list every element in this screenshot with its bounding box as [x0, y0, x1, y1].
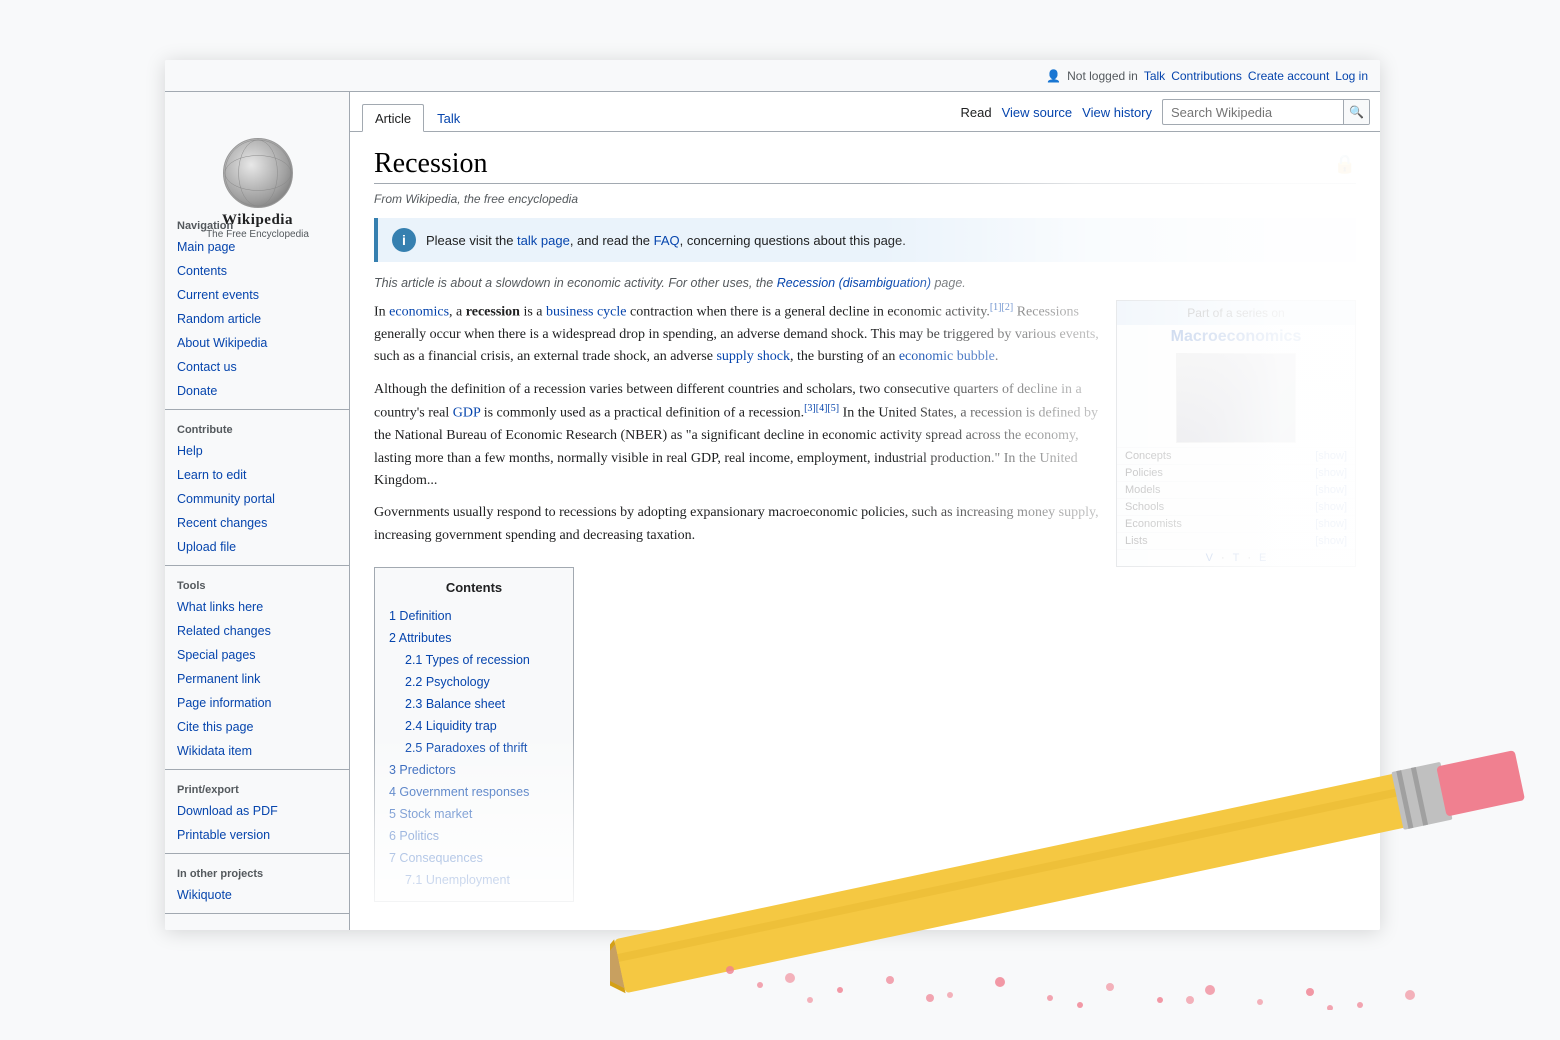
content-area: Article Talk Read View source View histo…: [350, 92, 1380, 930]
lock-icon: 🔒: [1334, 154, 1356, 175]
sidebar-item-contact-us[interactable]: Contact us: [165, 355, 349, 379]
tab-article[interactable]: Article: [362, 104, 424, 132]
ref-3[interactable]: [3]: [804, 403, 816, 414]
search-bar: 🔍: [1162, 99, 1370, 125]
view-history-link[interactable]: View history: [1082, 105, 1152, 120]
wiki-title: Wikipedia: [222, 212, 293, 229]
toc-item-7[interactable]: 7 Consequences: [389, 847, 559, 869]
supply-shock-link[interactable]: supply shock: [716, 349, 790, 364]
sidebar-item-page-information[interactable]: Page information: [165, 691, 349, 715]
article-source: From Wikipedia, the free encyclopedia: [374, 192, 1356, 206]
logo-area: Wikipedia The Free Encyclopedia: [165, 124, 350, 244]
sidebar-item-wikiquote[interactable]: Wikiquote: [165, 883, 349, 907]
talk-page-link[interactable]: talk page: [517, 233, 570, 248]
sidebar-item-wikidata-item[interactable]: Wikidata item: [165, 739, 349, 763]
contributions-link[interactable]: Contributions: [1171, 69, 1242, 83]
sidebar-item-printable-version[interactable]: Printable version: [165, 823, 349, 847]
intro-paragraph: In economics, a recession is a business …: [374, 300, 1356, 369]
toc-item-5[interactable]: 5 Stock market: [389, 803, 559, 825]
p3-paragraph: Governments usually respond to recession…: [374, 502, 1356, 547]
toc-item-2-4[interactable]: 2.4 Liquidity trap: [389, 715, 559, 737]
ref-5[interactable]: [5]: [827, 403, 839, 414]
toc-item-7-1[interactable]: 7.1 Unemployment: [389, 869, 559, 891]
article-title: Recession 🔒: [374, 148, 1356, 184]
gear-icon[interactable]: [323, 928, 337, 930]
sidebar-item-permanent-link[interactable]: Permanent link: [165, 667, 349, 691]
sidebar-item-help[interactable]: Help: [165, 439, 349, 463]
sidebar-item-current-events[interactable]: Current events: [165, 283, 349, 307]
search-button[interactable]: 🔍: [1343, 99, 1369, 125]
faq-link[interactable]: FAQ: [654, 233, 680, 248]
article-body: Recession 🔒 From Wikipedia, the free enc…: [350, 132, 1380, 930]
search-input[interactable]: [1163, 105, 1343, 120]
article-text: In economics, a recession is a business …: [374, 300, 1356, 912]
wiki-panel: 👤 Not logged in Talk Contributions Creat…: [165, 60, 1380, 930]
toc-item-4[interactable]: 4 Government responses: [389, 781, 559, 803]
toc-item-6[interactable]: 6 Politics: [389, 825, 559, 847]
sidebar-item-about-wikipedia[interactable]: About Wikipedia: [165, 331, 349, 355]
tools-section-title: Tools: [165, 572, 349, 595]
sidebar-item-learn-to-edit[interactable]: Learn to edit: [165, 463, 349, 487]
toc-item-3[interactable]: 3 Predictors: [389, 759, 559, 781]
ref-1[interactable]: [1]: [990, 302, 1002, 313]
content-tabs: Article Talk Read View source View histo…: [350, 92, 1380, 132]
economic-bubble-link[interactable]: economic bubble: [899, 349, 995, 364]
toc-item-1[interactable]: 1 Definition: [389, 605, 559, 627]
print-section-title: Print/export: [165, 776, 349, 799]
languages-label: Languages: [177, 929, 235, 930]
sidebar-item-random-article[interactable]: Random article: [165, 307, 349, 331]
wiki-subtitle: The Free Encyclopedia: [206, 229, 309, 240]
tab-right-actions: Read View source View history 🔍: [961, 99, 1381, 131]
sidebar-item-recent-changes[interactable]: Recent changes: [165, 511, 349, 535]
contribute-section-title: Contribute: [165, 416, 349, 439]
italic-notice-text: This article is about a slowdown in econ…: [374, 276, 966, 290]
languages-header: Languages: [165, 920, 349, 930]
gdp-link[interactable]: GDP: [453, 406, 481, 421]
toc-item-2[interactable]: 2 Attributes: [389, 627, 559, 649]
sidebar-item-cite-this-page[interactable]: Cite this page: [165, 715, 349, 739]
info-box-text: Please visit the talk page, and read the…: [426, 233, 906, 248]
not-logged-in-text: Not logged in: [1067, 69, 1138, 83]
read-link[interactable]: Read: [961, 105, 992, 120]
toc-title: Contents: [389, 578, 559, 599]
sidebar-item-special-pages[interactable]: Special pages: [165, 643, 349, 667]
sidebar-item-what-links-here[interactable]: What links here: [165, 595, 349, 619]
ref-4[interactable]: [4]: [816, 403, 828, 414]
info-box: i Please visit the talk page, and read t…: [374, 218, 1356, 262]
toc-item-2-5[interactable]: 2.5 Paradoxes of thrift: [389, 737, 559, 759]
sidebar-item-upload-file[interactable]: Upload file: [165, 535, 349, 559]
user-icon: 👤: [1046, 69, 1061, 83]
table-of-contents: Contents 1 Definition 2 Attributes 2.1 T…: [374, 567, 574, 902]
sidebar-item-contents[interactable]: Contents: [165, 259, 349, 283]
info-icon: i: [392, 228, 416, 252]
sidebar-item-community-portal[interactable]: Community portal: [165, 487, 349, 511]
toc-item-2-2[interactable]: 2.2 Psychology: [389, 671, 559, 693]
toc-item-2-1[interactable]: 2.1 Types of recession: [389, 649, 559, 671]
sidebar-item-related-changes[interactable]: Related changes: [165, 619, 349, 643]
top-bar: 👤 Not logged in Talk Contributions Creat…: [165, 60, 1380, 92]
projects-section-title: In other projects: [165, 860, 349, 883]
business-cycle-link[interactable]: business cycle: [546, 305, 626, 320]
p2-paragraph: Although the definition of a recession v…: [374, 379, 1356, 493]
economics-link[interactable]: economics: [389, 305, 449, 320]
ref-2[interactable]: [2]: [1002, 302, 1014, 313]
talk-link[interactable]: Talk: [1144, 69, 1165, 83]
toc-item-2-3[interactable]: 2.3 Balance sheet: [389, 693, 559, 715]
sidebar-item-donate[interactable]: Donate: [165, 379, 349, 403]
italic-notice: This article is about a slowdown in econ…: [374, 276, 1356, 290]
create-account-link[interactable]: Create account: [1248, 69, 1329, 83]
view-source-link[interactable]: View source: [1002, 105, 1073, 120]
wiki-globe: [223, 138, 293, 208]
tab-talk[interactable]: Talk: [424, 104, 473, 132]
sidebar-item-download-pdf[interactable]: Download as PDF: [165, 799, 349, 823]
recession-disambig-link[interactable]: Recession (disambiguation): [777, 276, 931, 290]
log-in-link[interactable]: Log in: [1335, 69, 1368, 83]
sidebar: Wikipedia The Free Encyclopedia Navigati…: [165, 92, 350, 930]
